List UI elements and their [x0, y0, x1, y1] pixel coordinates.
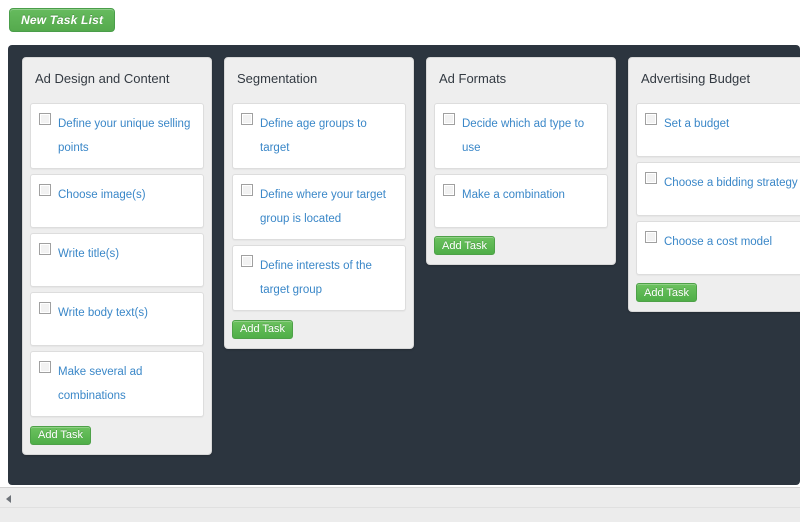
task-label[interactable]: Make several ad combinations	[58, 360, 195, 408]
task-checkbox[interactable]	[39, 242, 51, 255]
horizontal-scrollbar-thumb[interactable]	[0, 489, 740, 507]
task-row: Decide which ad type to use	[443, 112, 599, 160]
task-card[interactable]: Define interests of the target group	[232, 245, 406, 312]
task-row: Choose image(s)	[39, 183, 195, 207]
task-checkbox[interactable]	[645, 112, 657, 125]
task-card[interactable]: Make a combination	[434, 173, 608, 228]
task-label[interactable]: Make a combination	[462, 183, 565, 207]
task-row: Make a combination	[443, 183, 599, 207]
task-label[interactable]: Define age groups to target	[260, 112, 397, 160]
task-row: Define interests of the target group	[241, 254, 397, 302]
task-row: Define your unique selling points	[39, 112, 195, 160]
task-card[interactable]: Make several ad combinations	[30, 350, 204, 418]
add-task-button[interactable]: Add Task	[30, 425, 92, 445]
task-row: Choose a bidding strategy	[645, 171, 800, 195]
task-row: Choose a cost model	[645, 230, 800, 254]
task-columns-container: Ad Design and Content Define your unique …	[22, 57, 800, 455]
task-checkbox[interactable]	[39, 183, 51, 196]
task-checkbox[interactable]	[443, 183, 455, 196]
task-checkbox[interactable]	[39, 301, 51, 314]
task-row: Set a budget	[645, 112, 800, 136]
task-label[interactable]: Choose a cost model	[664, 230, 772, 254]
triangle-left-icon[interactable]	[6, 495, 11, 503]
task-card[interactable]: Write body text(s)	[30, 291, 204, 346]
add-task-button[interactable]: Add Task	[636, 283, 698, 303]
task-label[interactable]: Define interests of the target group	[260, 254, 397, 302]
task-column: Ad Formats Decide which ad type to use Mak…	[426, 57, 616, 266]
new-task-list-button[interactable]: New Task List	[9, 8, 116, 32]
task-list: Decide which ad type to use Make a combin…	[427, 102, 615, 228]
task-card[interactable]: Define your unique selling points	[30, 102, 204, 169]
task-column-title: Ad Formats	[439, 71, 507, 86]
horizontal-scrollbar[interactable]	[0, 487, 800, 522]
task-label[interactable]: Define your unique selling points	[58, 112, 195, 160]
task-card[interactable]: Choose a cost model	[636, 220, 800, 275]
task-column-footer: Add Task	[427, 233, 615, 265]
task-column-title: Segmentation	[237, 71, 318, 86]
task-row: Define where your target group is locate…	[241, 183, 397, 231]
task-checkbox[interactable]	[241, 255, 253, 268]
task-checkbox[interactable]	[241, 183, 253, 196]
task-card[interactable]: Set a budget	[636, 102, 800, 157]
task-label[interactable]: Set a budget	[664, 112, 729, 136]
task-board: Ad Design and Content Define your unique …	[8, 45, 800, 485]
task-list: Set a budget Choose a bidding strategy Cho…	[629, 102, 800, 275]
task-card[interactable]: Choose a bidding strategy	[636, 161, 800, 216]
task-column-footer: Add Task	[225, 316, 413, 348]
task-checkbox[interactable]	[443, 112, 455, 125]
task-column: Segmentation Define age groups to target D…	[224, 57, 414, 349]
task-card[interactable]: Write title(s)	[30, 232, 204, 287]
task-checkbox[interactable]	[241, 112, 253, 125]
task-row: Write title(s)	[39, 242, 195, 266]
task-checkbox[interactable]	[645, 171, 657, 184]
task-checkbox[interactable]	[39, 112, 51, 125]
task-card[interactable]: Choose image(s)	[30, 173, 204, 228]
task-column: Ad Design and Content Define your unique …	[22, 57, 212, 455]
task-label[interactable]: Choose a bidding strategy	[664, 171, 798, 195]
task-column-title: Ad Design and Content	[35, 71, 170, 86]
task-label[interactable]: Choose image(s)	[58, 183, 146, 207]
task-column-footer: Add Task	[629, 280, 800, 312]
top-toolbar: New Task List	[0, 0, 800, 45]
task-row: Make several ad combinations	[39, 360, 195, 408]
task-label[interactable]: Define where your target group is locate…	[260, 183, 397, 231]
task-label[interactable]: Write body text(s)	[58, 301, 148, 325]
task-column-footer: Add Task	[23, 422, 211, 454]
add-task-button[interactable]: Add Task	[232, 319, 294, 339]
add-task-button[interactable]: Add Task	[434, 236, 496, 256]
task-checkbox[interactable]	[39, 360, 51, 373]
task-label[interactable]: Write title(s)	[58, 242, 119, 266]
task-card[interactable]: Decide which ad type to use	[434, 102, 608, 169]
task-column-title: Advertising Budget	[641, 71, 751, 86]
scrollbar-track-line	[0, 507, 800, 508]
task-board-app: New Task List Ad Design and Content Defin…	[0, 0, 800, 522]
task-card[interactable]: Define age groups to target	[232, 102, 406, 169]
task-column: Advertising Budget Set a budget Choose a b…	[628, 57, 800, 313]
task-label[interactable]: Decide which ad type to use	[462, 112, 599, 160]
task-checkbox[interactable]	[645, 230, 657, 243]
task-list: Define your unique selling points Choose …	[23, 102, 211, 418]
task-list: Define age groups to target Define where …	[225, 102, 413, 312]
task-row: Write body text(s)	[39, 301, 195, 325]
task-row: Define age groups to target	[241, 112, 397, 160]
task-card[interactable]: Define where your target group is locate…	[232, 173, 406, 241]
